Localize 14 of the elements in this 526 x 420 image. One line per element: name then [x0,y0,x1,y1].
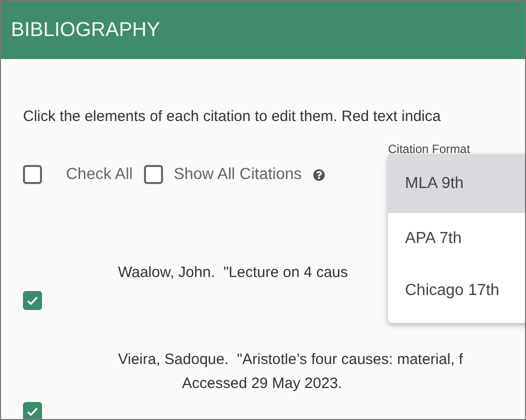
checkbox-label[interactable]: Check All [66,162,133,186]
checkbox[interactable] [144,165,163,184]
citation-text[interactable]: Vieira, Sadoque. "Aristotle’s four causes: material, f [118,348,525,372]
citation-text[interactable]: Accessed 29 May 2023. [182,372,525,396]
instructions: Click the elements of each citation to edit them. Red text indica [23,107,442,127]
format-option[interactable]: MLA 9th [388,154,525,213]
format-option[interactable]: Chicago 17th [388,265,525,317]
checkbox[interactable] [23,402,42,419]
checkbox-label[interactable]: Show All Citations [174,162,302,186]
checkbox[interactable] [23,165,42,184]
page-title: BIBLIOGRAPHY [11,18,160,43]
checkbox[interactable] [23,290,42,310]
help-icon[interactable] [312,168,325,180]
format-option[interactable]: APA 7th [388,213,525,265]
